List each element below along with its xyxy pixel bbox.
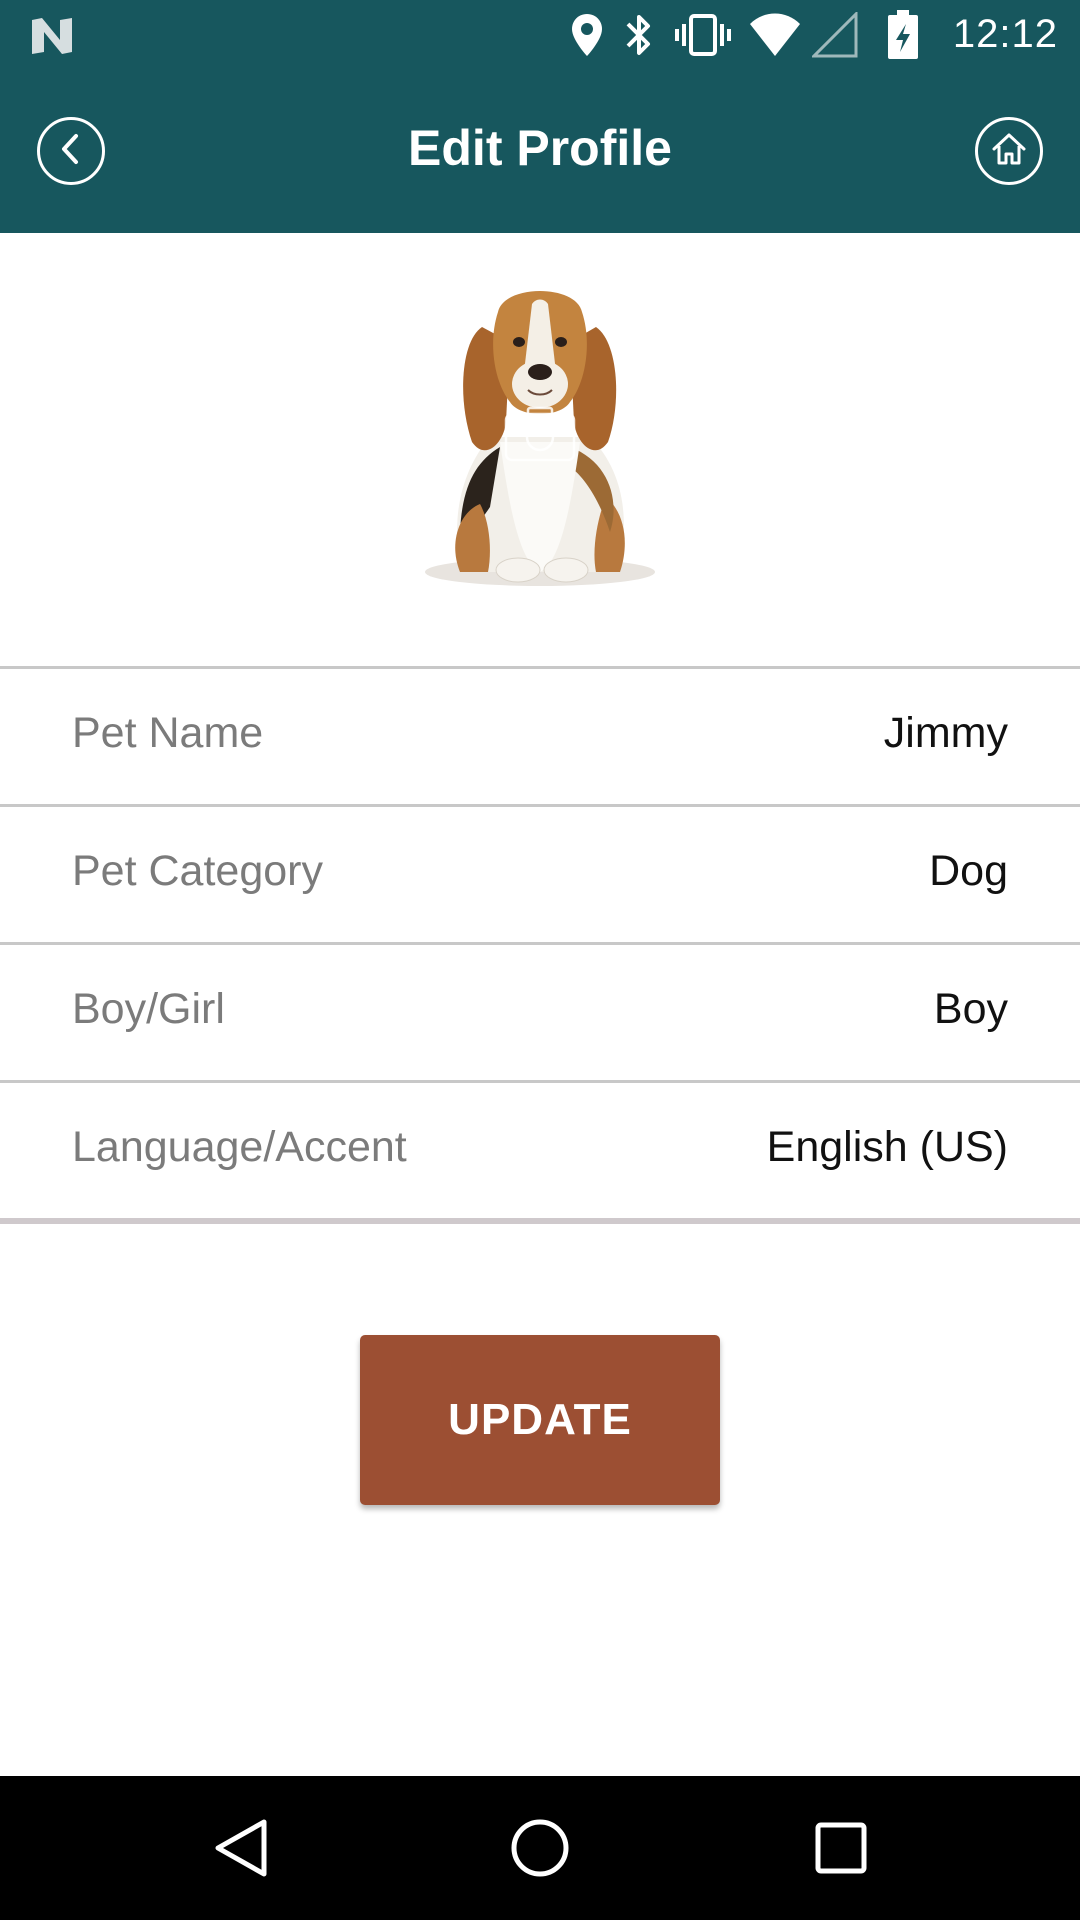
field-label: Pet Category (72, 847, 323, 895)
location-pin-icon (570, 12, 604, 62)
field-value[interactable]: Dog (929, 847, 1008, 896)
vibrate-icon (674, 12, 732, 62)
update-button[interactable]: UPDATE (360, 1335, 720, 1505)
notification-n-icon (30, 16, 74, 60)
bluetooth-icon (624, 12, 654, 62)
field-value[interactable]: Boy (934, 985, 1008, 1034)
field-label: Boy/Girl (72, 985, 225, 1033)
nav-home-icon[interactable] (508, 1816, 572, 1884)
field-value[interactable]: English (US) (767, 1123, 1008, 1172)
field-label: Pet Name (72, 709, 264, 757)
home-icon (991, 132, 1027, 170)
divider (0, 1218, 1080, 1224)
system-nav-bar (0, 1776, 1080, 1920)
nav-back-icon[interactable] (212, 1816, 270, 1884)
field-row-pet-name[interactable]: Pet Name Jimmy (0, 669, 1080, 804)
field-row-language[interactable]: Language/Accent English (US) (0, 1083, 1080, 1218)
home-button[interactable] (975, 117, 1043, 185)
field-row-gender[interactable]: Boy/Girl Boy (0, 945, 1080, 1080)
cell-signal-icon (810, 10, 858, 62)
page-title: Edit Profile (408, 120, 672, 176)
field-label: Language/Accent (72, 1123, 407, 1171)
toolbar: Edit Profile (0, 73, 1080, 233)
status-bar: 12:12 (0, 0, 1080, 73)
wifi-icon (748, 12, 802, 62)
field-row-pet-category[interactable]: Pet Category Dog (0, 807, 1080, 942)
nav-recents-icon[interactable] (812, 1816, 870, 1884)
battery-charging-icon (888, 10, 918, 64)
camera-icon[interactable] (504, 406, 576, 466)
pet-avatar[interactable] (420, 272, 660, 590)
status-time: 12:12 (952, 12, 1058, 56)
field-value[interactable]: Jimmy (884, 709, 1008, 758)
